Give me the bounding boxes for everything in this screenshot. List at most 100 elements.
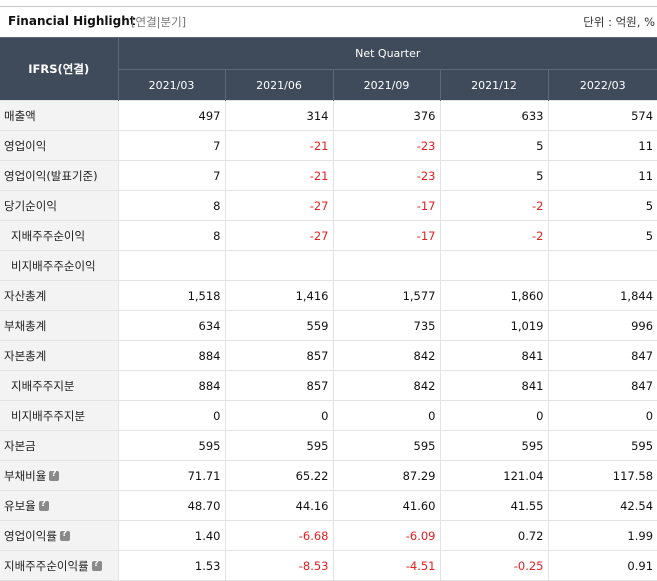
- table-cell: -23: [332, 160, 440, 191]
- row-label: 지배주주지분: [0, 370, 118, 401]
- table-row: 지배주주순이익률 1.53-8.53-4.51-0.250.91: [0, 550, 657, 581]
- table-row: 비지배주주순이익: [0, 250, 657, 281]
- table-cell: 633: [439, 100, 548, 131]
- table-cell: 8: [117, 220, 225, 251]
- table-cell: 7: [117, 160, 225, 191]
- help-icon[interactable]: [49, 469, 60, 481]
- row-label-text: 지배주주순이익: [11, 228, 86, 243]
- row-header: IFRS(연결): [0, 37, 118, 101]
- row-label-text: 지배주주지분: [11, 378, 75, 393]
- row-label-text: 비지배주주지분: [11, 408, 86, 423]
- row-label: 자본금: [0, 430, 118, 461]
- table-cell: 1.40: [117, 520, 225, 551]
- table-cell: -23: [332, 130, 440, 161]
- table-row: 매출액 497 314 376 633 574: [0, 100, 657, 131]
- table-cell: 847: [547, 370, 657, 401]
- column-header: 2021/12: [439, 69, 548, 101]
- table-cell: 7: [117, 130, 225, 161]
- row-label: 영업이익: [0, 130, 118, 161]
- row-label-text: 지배주주순이익률: [4, 558, 89, 573]
- row-label: 지배주주순이익률: [0, 550, 118, 581]
- table-cell: 595: [117, 430, 225, 461]
- table-cell: 5: [547, 190, 657, 221]
- table-cell: 5: [439, 160, 548, 191]
- table-row: 지배주주순이익 8 -27 -17 -2 5: [0, 220, 657, 251]
- table-cell: [439, 250, 548, 281]
- row-label: 부채총계: [0, 310, 118, 341]
- table-cell: 634: [117, 310, 225, 341]
- row-label-text: 영업이익: [4, 138, 47, 153]
- table-cell: 996: [547, 310, 657, 341]
- table-cell: [117, 250, 225, 281]
- table-cell: -17: [332, 220, 440, 251]
- table-cell: 314: [224, 100, 333, 131]
- table-cell: -17: [332, 190, 440, 221]
- table-cell: 5: [547, 220, 657, 251]
- row-label: 부채비율: [0, 460, 118, 491]
- table-cell: 41.60: [332, 490, 440, 521]
- table-cell: [547, 250, 657, 281]
- section-title: Financial Highlight: [8, 14, 136, 28]
- table-cell: -2: [439, 220, 548, 251]
- table-row: 비지배주주지분 0 0 0 0 0: [0, 400, 657, 431]
- row-label-text: 당기순이익: [4, 198, 57, 213]
- row-label: 매출액: [0, 100, 118, 131]
- table-cell: 48.70: [117, 490, 225, 521]
- table-cell: -8.53: [224, 550, 333, 581]
- row-label: 비지배주주순이익: [0, 250, 118, 281]
- table-cell: 71.71: [117, 460, 225, 491]
- table-cell: 595: [547, 430, 657, 461]
- table-row: 영업이익(발표기준) 7 -21 -23 5 11: [0, 160, 657, 191]
- unit-label: 단위 : 억원, %: [583, 15, 655, 29]
- table-cell: 121.04: [439, 460, 548, 491]
- table-cell: 595: [439, 430, 548, 461]
- table-row: 영업이익률 1.40-6.68-6.090.721.99: [0, 520, 657, 551]
- help-icon[interactable]: [91, 559, 102, 571]
- table-cell: 841: [439, 370, 548, 401]
- table-cell: 0: [547, 400, 657, 431]
- table-row: 영업이익 7 -21 -23 5 11: [0, 130, 657, 161]
- table-cell: 857: [224, 370, 333, 401]
- table-cell: 0: [224, 400, 333, 431]
- row-label: 영업이익률: [0, 520, 118, 551]
- table-cell: 497: [117, 100, 225, 131]
- row-label: 영업이익(발표기준): [0, 160, 118, 191]
- section-subtitle: [연결|분기]: [131, 15, 187, 29]
- row-label-text: 비지배주주순이익: [11, 258, 96, 273]
- table-cell: -6.09: [332, 520, 440, 551]
- table-cell: 0: [439, 400, 548, 431]
- table-cell: 1,577: [332, 280, 440, 311]
- table-cell: 847: [547, 340, 657, 371]
- table-row: 유보율 48.7044.1641.6041.5542.54: [0, 490, 657, 521]
- table-cell: 8: [117, 190, 225, 221]
- table-cell: -6.68: [224, 520, 333, 551]
- row-label: 지배주주순이익: [0, 220, 118, 251]
- table-row: 부채비율 71.7165.2287.29121.04117.58: [0, 460, 657, 491]
- table-cell: 884: [117, 340, 225, 371]
- help-icon[interactable]: [38, 499, 49, 511]
- row-label-text: 영업이익(발표기준): [4, 168, 98, 183]
- table-row: 부채총계 634 559 735 1,019 996: [0, 310, 657, 341]
- row-label: 자본총계: [0, 340, 118, 371]
- table-cell: 841: [439, 340, 548, 371]
- table-cell: 1,860: [439, 280, 548, 311]
- row-label-text: 영업이익률: [4, 528, 57, 543]
- table-cell: [224, 250, 333, 281]
- table-cell: -4.51: [332, 550, 440, 581]
- table-cell: 1,416: [224, 280, 333, 311]
- table-cell: 595: [224, 430, 333, 461]
- row-label: 자산총계: [0, 280, 118, 311]
- table-cell: 0: [117, 400, 225, 431]
- table-cell: 1,019: [439, 310, 548, 341]
- section-header: Financial Highlight [연결|분기] 단위 : 억원, %: [0, 6, 657, 37]
- column-header: 2021/03: [117, 69, 225, 101]
- help-icon[interactable]: [59, 529, 70, 541]
- table-cell: 1,844: [547, 280, 657, 311]
- table-cell: -21: [224, 160, 333, 191]
- table-cell: -27: [224, 190, 333, 221]
- table-cell: 842: [332, 370, 440, 401]
- row-label: 비지배주주지분: [0, 400, 118, 431]
- table-cell: 41.55: [439, 490, 548, 521]
- column-header: 2022/03: [547, 69, 657, 101]
- table-cell: [332, 250, 440, 281]
